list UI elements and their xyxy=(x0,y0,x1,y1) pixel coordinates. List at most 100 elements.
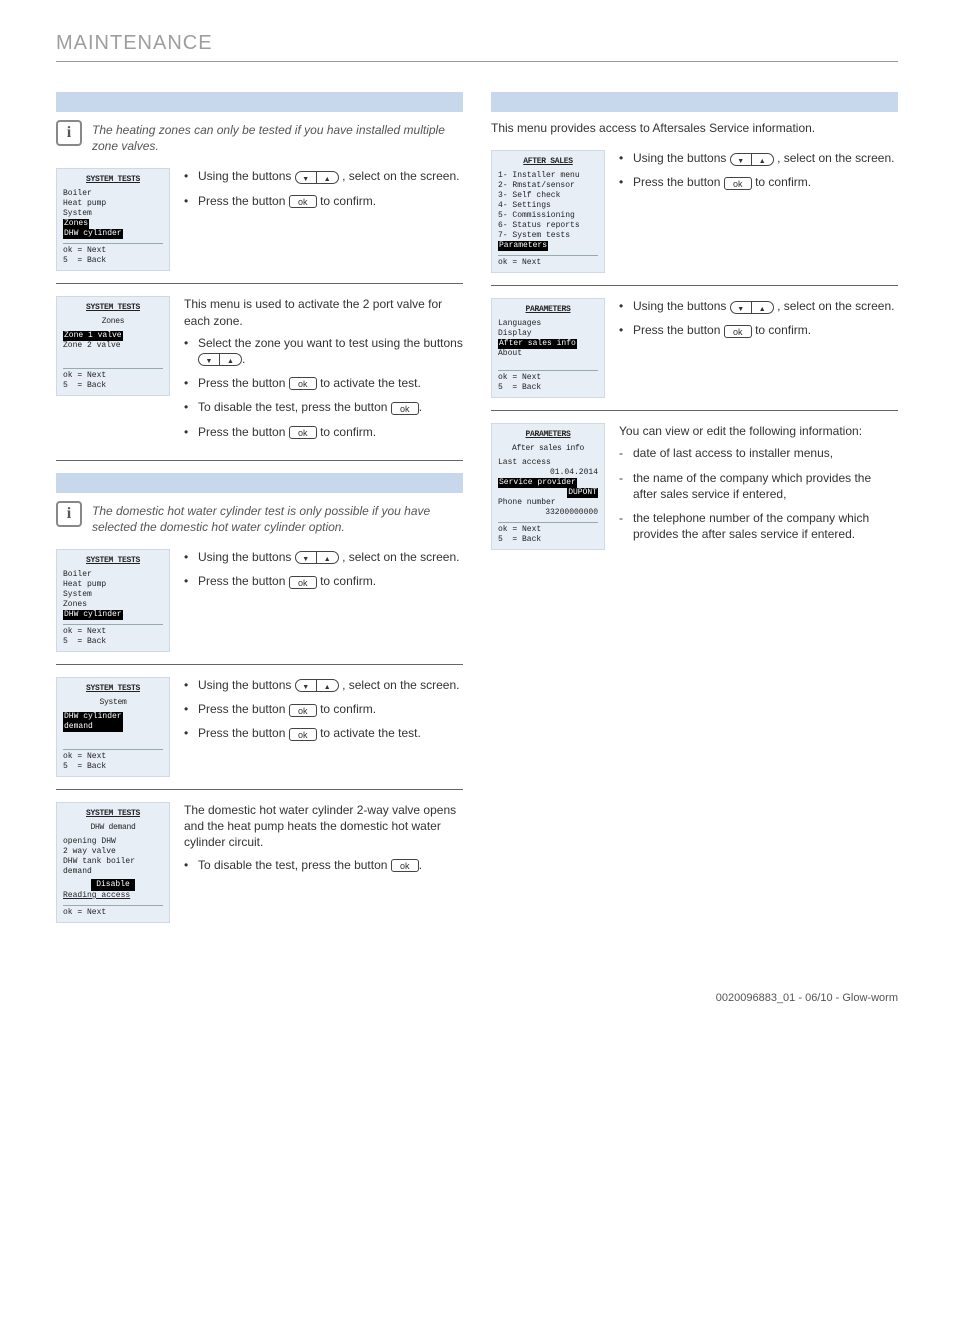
text: to confirm. xyxy=(320,194,376,208)
text: to confirm. xyxy=(755,323,811,337)
step-row: SYSTEM TESTS DHW demand opening DHW 2 wa… xyxy=(56,802,463,923)
screen-item: 2 way valve xyxy=(63,847,163,857)
text: to activate the test. xyxy=(320,726,421,740)
up-arrow-icon xyxy=(317,171,339,184)
step-instructions: Using the buttons , select on the screen… xyxy=(184,677,463,750)
separator xyxy=(491,285,898,286)
text: on the screen. xyxy=(818,299,894,313)
screen-item: Languages xyxy=(498,319,598,329)
text: Press the button xyxy=(198,702,289,716)
screen-title: AFTER SALES xyxy=(498,157,598,167)
up-arrow-icon xyxy=(317,679,339,692)
text: Using the buttons xyxy=(198,678,295,692)
text: , select xyxy=(339,550,380,564)
separator xyxy=(56,460,463,461)
screen-value: 33200000000 xyxy=(498,508,598,518)
text: . xyxy=(419,400,422,414)
instruction: Using the buttons , select on the screen… xyxy=(619,150,898,166)
text: Using the buttons xyxy=(633,151,730,165)
screen-highlight: After sales info xyxy=(498,339,577,349)
rule xyxy=(56,61,898,62)
step-row: AFTER SALES 1- Installer menu 2- Rmstat/… xyxy=(491,150,898,273)
instruction: Press the button ok to activate the test… xyxy=(184,375,463,391)
down-arrow-icon xyxy=(295,679,317,692)
screen-item: System xyxy=(63,209,163,219)
screen-subtitle: System xyxy=(63,698,163,708)
page: MAINTENANCE i The heating zones can only… xyxy=(0,0,954,1036)
screen-highlight: DHW cylinder xyxy=(63,229,123,239)
screen-title: PARAMETERS xyxy=(498,305,598,315)
device-screen: SYSTEM TESTS DHW demand opening DHW 2 wa… xyxy=(56,802,170,923)
step-instructions: The domestic hot water cylinder 2-way va… xyxy=(184,802,463,881)
instruction: Press the button ok to confirm. xyxy=(184,193,463,209)
ok-button-icon: ok xyxy=(289,195,317,208)
text: Using the buttons xyxy=(198,169,295,183)
instruction: Press the button ok to confirm. xyxy=(184,573,463,589)
screen-subtitle: DHW demand xyxy=(63,823,163,833)
down-arrow-icon xyxy=(295,171,317,184)
screen-item: 4- Settings xyxy=(498,201,598,211)
screen-footer: ok = Next xyxy=(498,255,598,268)
ok-button-icon: ok xyxy=(289,728,317,741)
screen-footer: ok = Next 5 = Back xyxy=(498,370,598,393)
instruction: Press the button ok to confirm. xyxy=(184,424,463,440)
step-row: SYSTEM TESTS Boiler Heat pump System Zon… xyxy=(56,549,463,652)
screen-item: 6- Status reports xyxy=(498,221,598,231)
list-item: date of last access to installer menus, xyxy=(619,445,898,461)
text: to confirm. xyxy=(320,702,376,716)
instruction: Using the buttons , select on the screen… xyxy=(184,168,463,184)
device-screen: AFTER SALES 1- Installer menu 2- Rmstat/… xyxy=(491,150,605,273)
text: on the screen. xyxy=(383,169,459,183)
screen-highlight: DHW cylinder xyxy=(63,610,123,620)
instruction: Press the button ok to activate the test… xyxy=(184,725,463,741)
separator xyxy=(56,283,463,284)
instruction: Using the buttons , select on the screen… xyxy=(184,549,463,565)
paragraph: You can view or edit the following infor… xyxy=(619,423,898,439)
screen-item: Reading access xyxy=(63,891,163,901)
text: . xyxy=(242,352,245,366)
text: Press the button xyxy=(198,425,289,439)
separator xyxy=(56,789,463,790)
screen-subtitle: Zones xyxy=(63,317,163,327)
screen-item: Zones xyxy=(63,600,163,610)
ok-button-icon: ok xyxy=(391,859,419,872)
screen-item: demand xyxy=(63,867,163,877)
info-icon: i xyxy=(56,501,82,527)
instruction: Select the zone you want to test using t… xyxy=(184,335,463,367)
device-screen: SYSTEM TESTS Boiler Heat pump System Zon… xyxy=(56,549,170,652)
screen-highlight: Zone 1 valve xyxy=(63,331,123,341)
list-item: the telephone number of the company whic… xyxy=(619,510,898,542)
text: To disable the test, press the button xyxy=(198,858,391,872)
step-row: PARAMETERS Languages Display After sales… xyxy=(491,298,898,398)
text: Press the button xyxy=(198,194,289,208)
screen-highlight: DUPONT xyxy=(567,488,598,498)
ok-button-icon: ok xyxy=(289,576,317,589)
screen-item: Heat pump xyxy=(63,199,163,209)
screen-item: Boiler xyxy=(63,570,163,580)
separator xyxy=(491,410,898,411)
info-icon: i xyxy=(56,120,82,146)
screen-highlight: DHW cylinder demand xyxy=(63,712,123,732)
device-screen: SYSTEM TESTS Boiler Heat pump System Zon… xyxy=(56,168,170,271)
instruction: Using the buttons , select on the screen… xyxy=(184,677,463,693)
screen-item: 3- Self check xyxy=(498,191,598,201)
text: on the screen. xyxy=(818,151,894,165)
step-instructions: Using the buttons , select on the screen… xyxy=(184,549,463,597)
page-title: MAINTENANCE xyxy=(56,30,898,57)
up-down-buttons xyxy=(198,351,242,367)
instruction: Press the button ok to confirm. xyxy=(619,174,898,190)
ok-button-icon: ok xyxy=(724,325,752,338)
text: Press the button xyxy=(633,175,724,189)
right-column: This menu provides access to Aftersales … xyxy=(491,92,898,931)
device-screen: SYSTEM TESTS System DHW cylinder demand … xyxy=(56,677,170,777)
up-down-buttons xyxy=(295,677,339,693)
ok-button-icon: ok xyxy=(289,426,317,439)
screen-footer: ok = Next 5 = Back xyxy=(63,624,163,647)
instruction: Using the buttons , select on the screen… xyxy=(619,298,898,314)
device-screen: PARAMETERS Languages Display After sales… xyxy=(491,298,605,398)
device-screen: SYSTEM TESTS Zones Zone 1 valve Zone 2 v… xyxy=(56,296,170,396)
screen-footer: ok = Next xyxy=(63,905,163,918)
screen-item: 1- Installer menu xyxy=(498,171,598,181)
screen-footer: ok = Next 5 = Back xyxy=(498,522,598,545)
screen-highlight: Parameters xyxy=(498,241,548,251)
